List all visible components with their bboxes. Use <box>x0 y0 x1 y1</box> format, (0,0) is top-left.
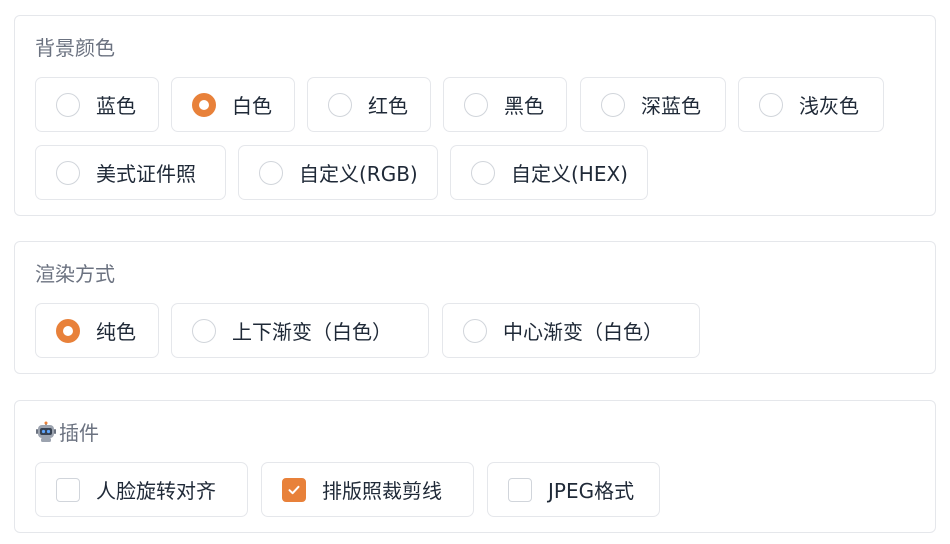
option-label: 纯色 <box>96 320 136 344</box>
radio-icon[interactable] <box>259 160 283 185</box>
plugins-title: 插件 <box>35 420 99 449</box>
option-label: 自定义(HEX) <box>511 162 628 186</box>
robot-icon <box>35 421 57 449</box>
checkbox-icon[interactable] <box>508 477 532 502</box>
option-label: 浅灰色 <box>799 94 859 118</box>
checkbox-icon[interactable] <box>56 477 80 502</box>
plugins-panel: 插件 人脸旋转对齐 排版照裁剪线 JPEG格式 <box>14 400 936 533</box>
option-label: 人脸旋转对齐 <box>96 479 216 503</box>
radio-icon[interactable] <box>56 92 80 117</box>
option-label: 中心渐变（白色） <box>503 320 663 344</box>
background-color-title: 背景颜色 <box>35 36 115 60</box>
bg-option-black[interactable]: 黑色 <box>443 77 567 132</box>
checkbox-checked-icon[interactable] <box>282 477 306 502</box>
option-label: 黑色 <box>504 94 544 118</box>
radio-icon[interactable] <box>759 92 783 117</box>
plugin-jpeg-format[interactable]: JPEG格式 <box>487 462 660 517</box>
option-label: 红色 <box>368 94 408 118</box>
option-label: 深蓝色 <box>641 94 701 118</box>
radio-checked-icon[interactable] <box>192 92 216 117</box>
plugin-layout-crop-lines[interactable]: 排版照裁剪线 <box>261 462 474 517</box>
bg-option-white[interactable]: 白色 <box>171 77 295 132</box>
render-option-center-gradient[interactable]: 中心渐变（白色） <box>442 303 700 358</box>
render-option-vertical-gradient[interactable]: 上下渐变（白色） <box>171 303 429 358</box>
bg-option-us-id-photo[interactable]: 美式证件照 <box>35 145 226 200</box>
bg-option-custom-rgb[interactable]: 自定义(RGB) <box>238 145 438 200</box>
bg-option-blue[interactable]: 蓝色 <box>35 77 159 132</box>
radio-checked-icon[interactable] <box>56 318 80 343</box>
bg-option-light-gray[interactable]: 浅灰色 <box>738 77 884 132</box>
bg-option-red[interactable]: 红色 <box>307 77 431 132</box>
radio-icon[interactable] <box>56 160 80 185</box>
option-label: 白色 <box>232 94 272 118</box>
plugin-face-align[interactable]: 人脸旋转对齐 <box>35 462 248 517</box>
option-label: JPEG格式 <box>548 479 635 503</box>
radio-icon[interactable] <box>463 318 487 343</box>
option-label: 自定义(RGB) <box>299 162 418 186</box>
plugins-title-text: 插件 <box>59 421 99 445</box>
background-color-panel: 背景颜色 蓝色 白色 红色 黑色 深蓝色 浅灰色 美式证件照 自定义(RGB) … <box>14 15 936 216</box>
option-label: 排版照裁剪线 <box>322 479 442 503</box>
radio-icon[interactable] <box>471 160 495 185</box>
radio-icon[interactable] <box>328 92 352 117</box>
bg-option-dark-blue[interactable]: 深蓝色 <box>580 77 726 132</box>
render-mode-title: 渲染方式 <box>35 262 115 286</box>
option-label: 美式证件照 <box>96 162 196 186</box>
render-option-solid[interactable]: 纯色 <box>35 303 159 358</box>
radio-icon[interactable] <box>464 92 488 117</box>
render-mode-panel: 渲染方式 纯色 上下渐变（白色） 中心渐变（白色） <box>14 241 936 374</box>
radio-icon[interactable] <box>192 318 216 343</box>
bg-option-custom-hex[interactable]: 自定义(HEX) <box>450 145 648 200</box>
option-label: 蓝色 <box>96 94 136 118</box>
option-label: 上下渐变（白色） <box>232 320 392 344</box>
radio-icon[interactable] <box>601 92 625 117</box>
